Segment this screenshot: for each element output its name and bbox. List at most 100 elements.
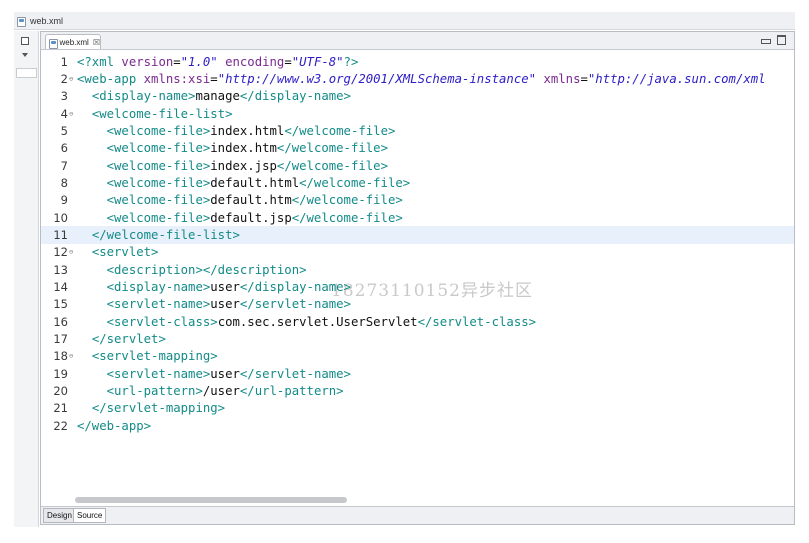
code-line[interactable]: 4 ⊖ <welcome-file-list> [41,105,794,122]
code-text: </servlet> [77,332,166,346]
code-line[interactable]: 5 <welcome-file>index.html</welcome-file… [41,122,794,139]
code-text: <servlet-name>user</servlet-name> [77,297,351,311]
code-token: <welcome-file> [106,158,211,173]
tab-label: web.xml [59,37,89,47]
line-number: 15 [53,297,68,312]
editor-window-controls [761,35,786,45]
code-text: <welcome-file>default.htm</welcome-file> [77,193,403,207]
code-token: </servlet-class> [417,314,537,329]
tab-source[interactable]: Source [73,508,107,523]
code-token: index.html [210,123,285,138]
code-token: </welcome-file-list> [91,227,240,242]
chevron-down-icon[interactable] [22,53,28,57]
code-text: <servlet-name>user</servlet-name> [77,367,351,381]
side-panel [14,31,39,527]
restore-icon[interactable] [21,37,29,45]
code-text: <description></description> [77,263,307,277]
line-number: 4 [60,106,68,121]
code-line[interactable]: 19 <servlet-name>user</servlet-name> [41,365,794,382]
line-number: 1 [60,54,68,69]
code-line[interactable]: 10 <welcome-file>default.jsp</welcome-fi… [41,209,794,226]
code-token: <web-app [77,71,144,86]
code-text: <display-name>user</display-name> [77,280,351,294]
fold-toggle-icon[interactable]: ⊖ [68,352,77,360]
code-line[interactable]: 2 ⊖ <web-app xmlns:xsi="http://www.w3.org/… [41,70,794,87]
fold-toggle-icon[interactable]: ⊖ [68,110,77,118]
line-number: 17 [53,331,68,346]
line-number: 13 [53,262,68,277]
code-line[interactable]: 18 ⊖ <servlet-mapping> [41,348,794,365]
code-line[interactable]: 8 <welcome-file>default.html</welcome-fi… [41,174,794,191]
code-token: </servlet> [91,331,166,346]
code-token: <welcome-file> [106,210,211,225]
code-text: <welcome-file>index.htm</welcome-file> [77,141,388,155]
code-token: = [173,54,181,69]
code-token: <servlet-name> [106,366,211,381]
side-panel-field[interactable] [16,68,37,78]
code-text: </welcome-file-list> [77,228,240,242]
code-token: manage [195,89,240,104]
code-token: <welcome-file> [106,123,211,138]
code-token: = [210,71,218,86]
code-token: = [284,54,292,69]
scrollbar-thumb[interactable] [75,497,347,503]
code-line[interactable]: 20 <url-pattern>/user</url-pattern> [41,382,794,399]
minimize-icon[interactable] [761,39,771,44]
maximize-icon[interactable] [777,35,786,45]
line-number: 22 [53,418,68,433]
code-line[interactable]: 22 </web-app> [41,417,794,434]
code-token: </display-name> [239,279,351,294]
code-text: <servlet> [77,245,159,260]
code-line[interactable]: 11 </welcome-file-list> [41,226,794,244]
code-token: <servlet> [91,245,159,260]
code-token: </servlet-name> [239,366,351,381]
line-number: 9 [60,193,68,208]
code-token: <servlet-mapping> [91,349,218,364]
code-token: <servlet-name> [106,297,211,312]
code-line[interactable]: 9 <welcome-file>default.htm</welcome-fil… [41,192,794,209]
code-token: "http://java.sun.com/xml [587,71,766,86]
code-line[interactable]: 14 <display-name>user</display-name> [41,278,794,295]
code-line[interactable]: 7 <welcome-file>index.jsp</welcome-file> [41,157,794,174]
fold-toggle-icon[interactable]: ⊖ [68,248,77,256]
horizontal-scrollbar[interactable] [43,496,774,504]
code-token: <url-pattern> [106,383,203,398]
code-line[interactable]: 15 <servlet-name>user</servlet-name> [41,296,794,313]
code-line[interactable]: 17 </servlet> [41,330,794,347]
code-line[interactable]: 12 ⊖ <servlet> [41,244,794,261]
code-token: </welcome-file> [291,193,403,208]
line-number: 8 [60,175,68,190]
code-line[interactable]: 21 </servlet-mapping> [41,400,794,417]
code-line[interactable]: 13 <description></description> [41,261,794,278]
code-line[interactable]: 1 <?xml version="1.0" encoding="UTF-8"?> [41,53,794,70]
tab-design[interactable]: Design [43,508,76,523]
code-token: <welcome-file> [106,175,211,190]
code-line[interactable]: 3 <display-name>manage</display-name> [41,88,794,105]
code-token: "UTF-8" [291,54,344,69]
code-token: version [121,54,174,69]
close-icon[interactable]: ☒ [93,38,100,47]
code-text: <web-app xmlns:xsi="http://www.w3.org/20… [77,72,766,86]
code-token: <description></description> [106,262,307,277]
code-line[interactable]: 6 <welcome-file>index.htm</welcome-file> [41,140,794,157]
tab-web-xml[interactable]: web.xml ☒ [45,34,101,49]
code-token: <?xml [77,54,122,69]
code-token: <display-name> [106,279,211,294]
fold-toggle-icon[interactable]: ⊖ [68,75,77,83]
editor-tab-strip: web.xml ☒ [41,32,794,50]
code-area[interactable]: 18273110152异步社区 1 <?xml version="1.0" enc… [41,50,794,506]
code-line[interactable]: 16 <servlet-class>com.sec.servlet.UserSe… [41,313,794,330]
code-token: </servlet-name> [239,297,351,312]
